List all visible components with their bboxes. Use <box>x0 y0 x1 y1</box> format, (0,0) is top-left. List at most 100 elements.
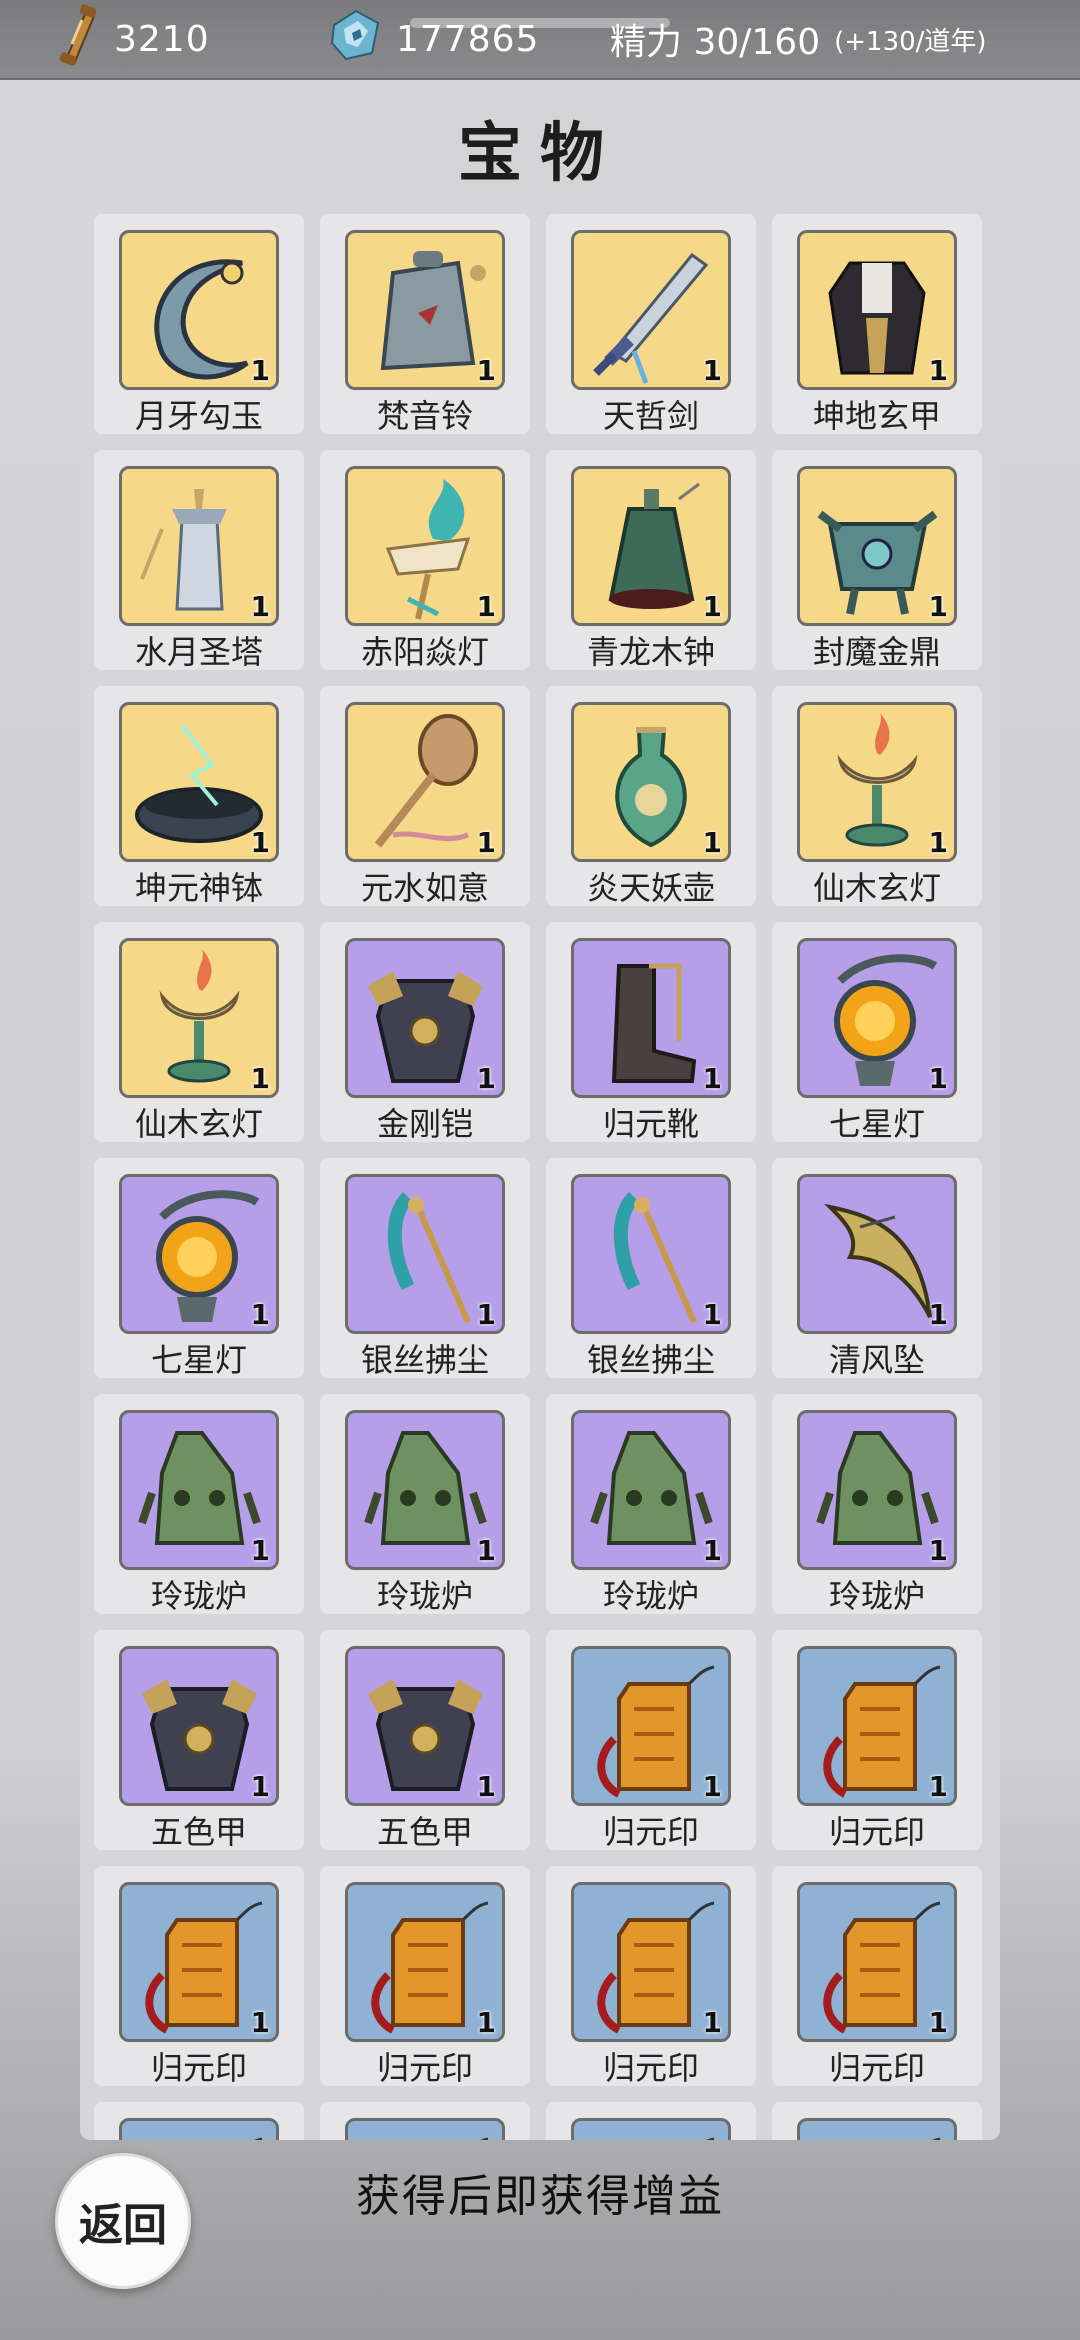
treasure-name: 银丝拂尘 <box>586 1341 715 1379</box>
treasure-name: 五色甲 <box>376 1813 473 1851</box>
treasure-card[interactable]: 1 归元靴 <box>546 922 756 1143</box>
treasure-card[interactable]: 1 金刚铠 <box>320 922 530 1143</box>
energy-label: 精力 30/160 <box>610 22 821 63</box>
treasure-count: 1 <box>476 2006 496 2039</box>
treasure-icon-frame: 1 <box>345 702 505 862</box>
treasure-card[interactable]: 1 坤元神钵 <box>94 686 304 907</box>
treasure-name: 归元印 <box>828 2049 925 2087</box>
treasure-icon-frame <box>345 2118 505 2140</box>
crystal-resource: 177865 <box>328 8 539 70</box>
treasure-icon-frame: 1 <box>119 230 279 390</box>
treasure-count: 1 <box>476 1298 496 1331</box>
treasure-icon-frame: 1 <box>571 1174 731 1334</box>
treasure-icon-frame: 1 <box>119 1882 279 2042</box>
treasure-icon-frame: 1 <box>345 1174 505 1334</box>
treasure-icon-frame: 1 <box>345 1646 505 1806</box>
treasure-icon-frame: 1 <box>571 1882 731 2042</box>
treasure-card[interactable]: 1 归元印 <box>546 1630 756 1851</box>
treasure-count: 1 <box>476 354 496 387</box>
treasure-card[interactable]: 1 梵音铃 <box>320 214 530 435</box>
treasure-name: 玲珑炉 <box>376 1577 473 1615</box>
treasure-card[interactable]: 1 归元印 <box>94 1866 304 2087</box>
treasure-card[interactable]: 1 清风坠 <box>772 1158 982 1379</box>
treasure-card[interactable] <box>320 2102 530 2140</box>
treasure-card[interactable]: 1 七星灯 <box>94 1158 304 1379</box>
scroll-resource: 3210 <box>52 3 210 70</box>
treasure-name: 水月圣塔 <box>134 633 263 671</box>
treasure-name: 金刚铠 <box>376 1105 473 1143</box>
treasure-icon-frame: 1 <box>797 1882 957 2042</box>
treasure-count: 1 <box>702 1534 722 1567</box>
treasure-card[interactable]: 1 赤阳焱灯 <box>320 450 530 671</box>
treasure-icon-frame: 1 <box>797 1174 957 1334</box>
treasure-count: 1 <box>476 1534 496 1567</box>
treasure-card[interactable]: 1 归元印 <box>320 1866 530 2087</box>
treasure-card[interactable]: 1 水月圣塔 <box>94 450 304 671</box>
treasure-icon-frame: 1 <box>571 702 731 862</box>
treasure-card[interactable]: 1 青龙木钟 <box>546 450 756 671</box>
treasure-card[interactable]: 1 月牙勾玉 <box>94 214 304 435</box>
treasure-card[interactable]: 1 仙木玄灯 <box>94 922 304 1143</box>
treasure-name: 七星灯 <box>150 1341 247 1379</box>
treasure-name: 五色甲 <box>150 1813 247 1851</box>
treasure-card[interactable]: 1 玲珑炉 <box>94 1394 304 1615</box>
treasure-icon-frame: 1 <box>345 938 505 1098</box>
treasure-name: 玲珑炉 <box>150 1577 247 1615</box>
treasure-card[interactable] <box>94 2102 304 2140</box>
treasure-card[interactable]: 1 仙木玄灯 <box>772 686 982 907</box>
treasure-card[interactable] <box>546 2102 756 2140</box>
treasure-card[interactable]: 1 归元印 <box>772 1866 982 2087</box>
treasure-count: 1 <box>476 1062 496 1095</box>
treasure-icon-frame: 1 <box>119 1646 279 1806</box>
treasure-icon-frame: 1 <box>119 938 279 1098</box>
treasure-name: 月牙勾玉 <box>134 397 263 435</box>
treasure-icon-frame: 1 <box>797 230 957 390</box>
treasure-name: 归元印 <box>828 1813 925 1851</box>
treasure-name: 归元印 <box>150 2049 247 2087</box>
treasure-card[interactable]: 1 银丝拂尘 <box>320 1158 530 1379</box>
treasure-panel[interactable]: 1 月牙勾玉 1 梵音铃 1 天哲剑 1 坤地玄甲 1 水月圣塔 1 赤阳焱灯 1 青龙木钟 1 封魔金鼎 1 坤… <box>80 200 1000 2140</box>
treasure-name: 仙木玄灯 <box>134 1105 263 1143</box>
treasure-icon-frame: 1 <box>345 1410 505 1570</box>
treasure-count: 1 <box>476 1770 496 1803</box>
treasure-count: 1 <box>702 1298 722 1331</box>
treasure-card[interactable]: 1 银丝拂尘 <box>546 1158 756 1379</box>
treasure-card[interactable]: 1 玲珑炉 <box>772 1394 982 1615</box>
treasure-count: 1 <box>928 1534 948 1567</box>
treasure-card[interactable] <box>772 2102 982 2140</box>
treasure-name: 青龙木钟 <box>586 633 715 671</box>
treasure-card[interactable]: 1 元水如意 <box>320 686 530 907</box>
treasure-name: 七星灯 <box>828 1105 925 1143</box>
seal-icon <box>932 2137 941 2140</box>
treasure-card[interactable]: 1 七星灯 <box>772 922 982 1143</box>
treasure-icon-frame <box>571 2118 731 2140</box>
treasure-card[interactable]: 1 天哲剑 <box>546 214 756 435</box>
treasure-count: 1 <box>928 590 948 623</box>
crystal-count: 177865 <box>396 18 540 60</box>
treasure-card[interactable]: 1 归元印 <box>546 1866 756 2087</box>
treasure-card[interactable]: 1 封魔金鼎 <box>772 450 982 671</box>
back-button[interactable]: 返回 <box>55 2153 191 2289</box>
treasure-count: 1 <box>928 1298 948 1331</box>
treasure-count: 1 <box>250 1298 270 1331</box>
treasure-count: 1 <box>250 826 270 859</box>
treasure-card[interactable]: 1 玲珑炉 <box>546 1394 756 1615</box>
treasure-card[interactable]: 1 坤地玄甲 <box>772 214 982 435</box>
treasure-icon-frame: 1 <box>571 230 731 390</box>
treasure-grid: 1 月牙勾玉 1 梵音铃 1 天哲剑 1 坤地玄甲 1 水月圣塔 1 赤阳焱灯 1 青龙木钟 1 封魔金鼎 1 坤… <box>94 214 982 2140</box>
treasure-count: 1 <box>702 590 722 623</box>
treasure-card[interactable]: 1 五色甲 <box>94 1630 304 1851</box>
treasure-name: 归元印 <box>376 2049 473 2087</box>
treasure-card[interactable]: 1 归元印 <box>772 1630 982 1851</box>
treasure-count: 1 <box>928 1062 948 1095</box>
treasure-name: 封魔金鼎 <box>812 633 941 671</box>
treasure-card[interactable]: 1 玲珑炉 <box>320 1394 530 1615</box>
treasure-name: 梵音铃 <box>376 397 473 435</box>
treasure-card[interactable]: 1 五色甲 <box>320 1630 530 1851</box>
treasure-icon-frame: 1 <box>571 938 731 1098</box>
treasure-icon-frame: 1 <box>345 230 505 390</box>
treasure-icon-frame: 1 <box>571 1646 731 1806</box>
treasure-icon-frame: 1 <box>571 1410 731 1570</box>
treasure-count: 1 <box>928 354 948 387</box>
treasure-card[interactable]: 1 炎天妖壶 <box>546 686 756 907</box>
